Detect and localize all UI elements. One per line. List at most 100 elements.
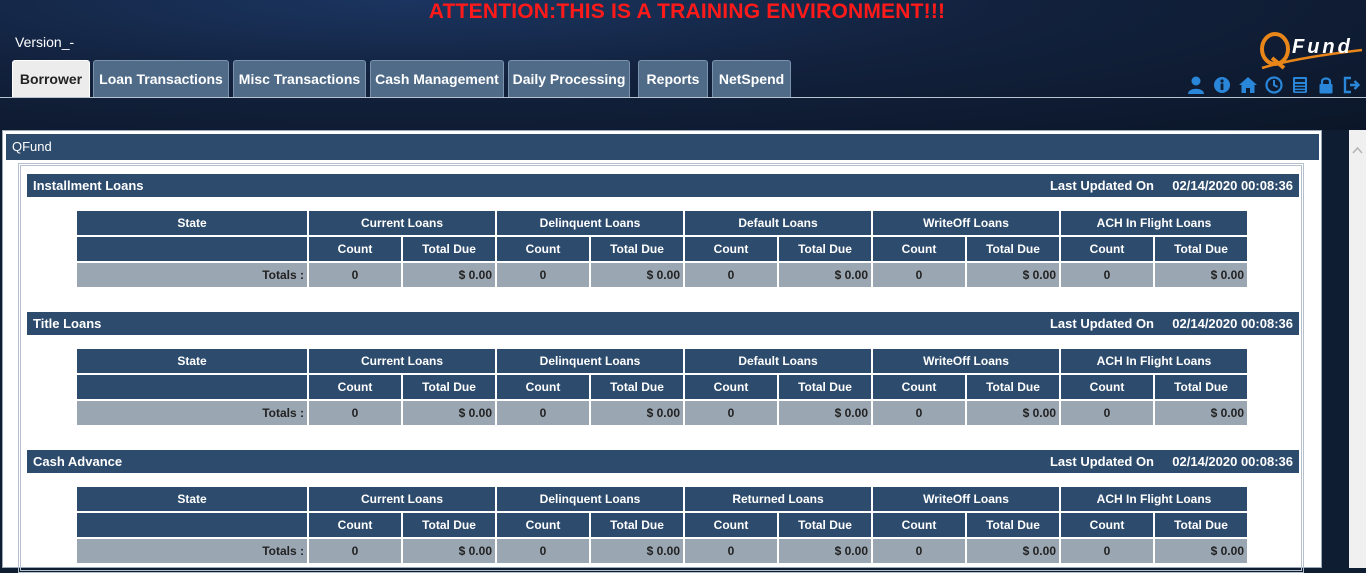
- total-count: 0: [497, 401, 589, 425]
- total-amount: $ 0.00: [967, 539, 1059, 563]
- total-count: 0: [309, 539, 401, 563]
- total-due-header: Total Due: [1155, 513, 1247, 537]
- panel-title: QFund: [6, 134, 1319, 160]
- logout-icon[interactable]: [1342, 75, 1362, 95]
- tab-cash-management[interactable]: Cash Management: [370, 60, 504, 97]
- tab-loan-transactions[interactable]: Loan Transactions: [93, 60, 229, 97]
- home-icon[interactable]: [1238, 75, 1258, 95]
- total-due-header: Total Due: [779, 237, 871, 261]
- tab-netspend[interactable]: NetSpend: [712, 60, 791, 97]
- installment-loans-summary-table: State Current Loans Delinquent Loans Def…: [75, 209, 1249, 289]
- section-title: Installment Loans: [33, 178, 144, 193]
- scroll-up-icon[interactable]: [1352, 146, 1363, 154]
- total-amount: $ 0.00: [403, 401, 495, 425]
- total-due-header: Total Due: [967, 513, 1059, 537]
- user-icon[interactable]: [1186, 75, 1206, 95]
- group-header: Current Loans: [309, 487, 495, 511]
- total-due-header: Total Due: [591, 513, 683, 537]
- section-header-title-loans: Title Loans Last Updated On 02/14/2020 0…: [27, 312, 1299, 335]
- count-header: Count: [873, 513, 965, 537]
- total-count: 0: [685, 263, 777, 287]
- total-amount: $ 0.00: [591, 263, 683, 287]
- total-due-header: Total Due: [403, 237, 495, 261]
- tab-reports[interactable]: Reports: [638, 60, 708, 97]
- tab-underline: [0, 97, 1366, 98]
- group-header: WriteOff Loans: [873, 349, 1059, 373]
- total-count: 0: [309, 263, 401, 287]
- total-due-header: Total Due: [967, 237, 1059, 261]
- count-header: Count: [497, 375, 589, 399]
- blank-header: [77, 513, 307, 537]
- logo-text: Fund: [1292, 36, 1353, 58]
- count-header: Count: [309, 237, 401, 261]
- version-label: Version_-: [15, 34, 75, 50]
- tab-misc-transactions[interactable]: Misc Transactions: [233, 60, 366, 97]
- count-header: Count: [873, 375, 965, 399]
- clock-icon[interactable]: [1264, 75, 1284, 95]
- total-amount: $ 0.00: [1155, 401, 1247, 425]
- total-amount: $ 0.00: [779, 401, 871, 425]
- count-header: Count: [309, 375, 401, 399]
- blank-header: [77, 237, 307, 261]
- section-header-installment-loans: Installment Loans Last Updated On 02/14/…: [27, 174, 1299, 197]
- total-amount: $ 0.00: [779, 539, 871, 563]
- last-updated-label: Last Updated On: [1049, 454, 1154, 469]
- group-header: WriteOff Loans: [873, 211, 1059, 235]
- section-title: Cash Advance: [33, 454, 123, 469]
- group-header: Current Loans: [309, 211, 495, 235]
- count-header: Count: [309, 513, 401, 537]
- total-count: 0: [873, 539, 965, 563]
- total-count: 0: [1061, 539, 1153, 563]
- total-due-header: Total Due: [779, 513, 871, 537]
- count-header: Count: [497, 237, 589, 261]
- group-header: Default Loans: [685, 211, 871, 235]
- total-due-header: Total Due: [1155, 375, 1247, 399]
- tab-daily-processing[interactable]: Daily Processing: [508, 60, 630, 97]
- total-count: 0: [685, 539, 777, 563]
- vertical-scrollbar[interactable]: [1349, 130, 1366, 568]
- totals-label: Totals :: [77, 401, 307, 425]
- group-header: Default Loans: [685, 349, 871, 373]
- count-header: Count: [497, 513, 589, 537]
- section-title: Title Loans: [33, 316, 102, 331]
- count-header: Count: [685, 513, 777, 537]
- total-due-header: Total Due: [967, 375, 1059, 399]
- tab-borrower[interactable]: Borrower: [12, 60, 90, 97]
- lock-icon[interactable]: [1316, 75, 1336, 95]
- total-due-header: Total Due: [1155, 237, 1247, 261]
- total-count: 0: [309, 401, 401, 425]
- blank-header: [77, 375, 307, 399]
- total-due-header: Total Due: [779, 375, 871, 399]
- app-header: ATTENTION:THIS IS A TRAINING ENVIRONMENT…: [0, 0, 1366, 130]
- total-count: 0: [873, 401, 965, 425]
- state-header: State: [77, 349, 307, 373]
- totals-label: Totals :: [77, 539, 307, 563]
- totals-label: Totals :: [77, 263, 307, 287]
- count-header: Count: [1061, 375, 1153, 399]
- count-header: Count: [685, 375, 777, 399]
- count-header: Count: [1061, 513, 1153, 537]
- table-header-row: State Current Loans Delinquent Loans Ret…: [77, 487, 1247, 511]
- info-icon[interactable]: [1212, 75, 1232, 95]
- last-updated-label: Last Updated On: [1049, 316, 1154, 331]
- title-loans-summary-table: State Current Loans Delinquent Loans Def…: [75, 347, 1249, 427]
- total-due-header: Total Due: [591, 375, 683, 399]
- table-header-row: State Current Loans Delinquent Loans Def…: [77, 211, 1247, 235]
- cash-advance-summary-table: State Current Loans Delinquent Loans Ret…: [75, 485, 1249, 565]
- group-header: WriteOff Loans: [873, 487, 1059, 511]
- group-header: Delinquent Loans: [497, 487, 683, 511]
- total-amount: $ 0.00: [403, 539, 495, 563]
- main-panel: QFund Installment Loans Last Updated On …: [2, 130, 1322, 573]
- qfund-logo: Fund: [1258, 28, 1364, 74]
- total-count: 0: [1061, 401, 1153, 425]
- count-header: Count: [685, 237, 777, 261]
- group-header: ACH In Flight Loans: [1061, 487, 1247, 511]
- group-header: Delinquent Loans: [497, 211, 683, 235]
- total-amount: $ 0.00: [779, 263, 871, 287]
- totals-row: Totals : 0 $ 0.00 0 $ 0.00 0 $ 0.00 0 $ 0.00…: [77, 401, 1247, 425]
- table-subheader-row: Count Total Due Count Total Due Count Total…: [77, 375, 1247, 399]
- total-count: 0: [497, 263, 589, 287]
- total-amount: $ 0.00: [967, 263, 1059, 287]
- calculator-icon[interactable]: [1290, 75, 1310, 95]
- last-updated-label: Last Updated On: [1049, 178, 1154, 193]
